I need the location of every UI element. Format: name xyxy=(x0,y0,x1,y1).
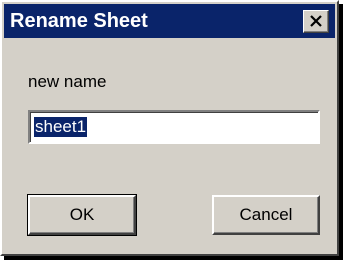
sheet-name-input[interactable]: sheet1 xyxy=(28,110,320,144)
sheet-name-value[interactable]: sheet1 xyxy=(34,117,88,137)
new-name-label: new name xyxy=(28,72,107,91)
cancel-button[interactable]: Cancel xyxy=(212,195,320,235)
rename-sheet-dialog: Rename Sheet new name sheet1 OK Cancel xyxy=(0,0,339,256)
close-button[interactable] xyxy=(303,10,329,33)
ok-button[interactable]: OK xyxy=(27,194,137,236)
titlebar[interactable]: Rename Sheet xyxy=(4,4,335,38)
close-icon xyxy=(310,15,322,27)
dialog-title: Rename Sheet xyxy=(10,10,148,32)
